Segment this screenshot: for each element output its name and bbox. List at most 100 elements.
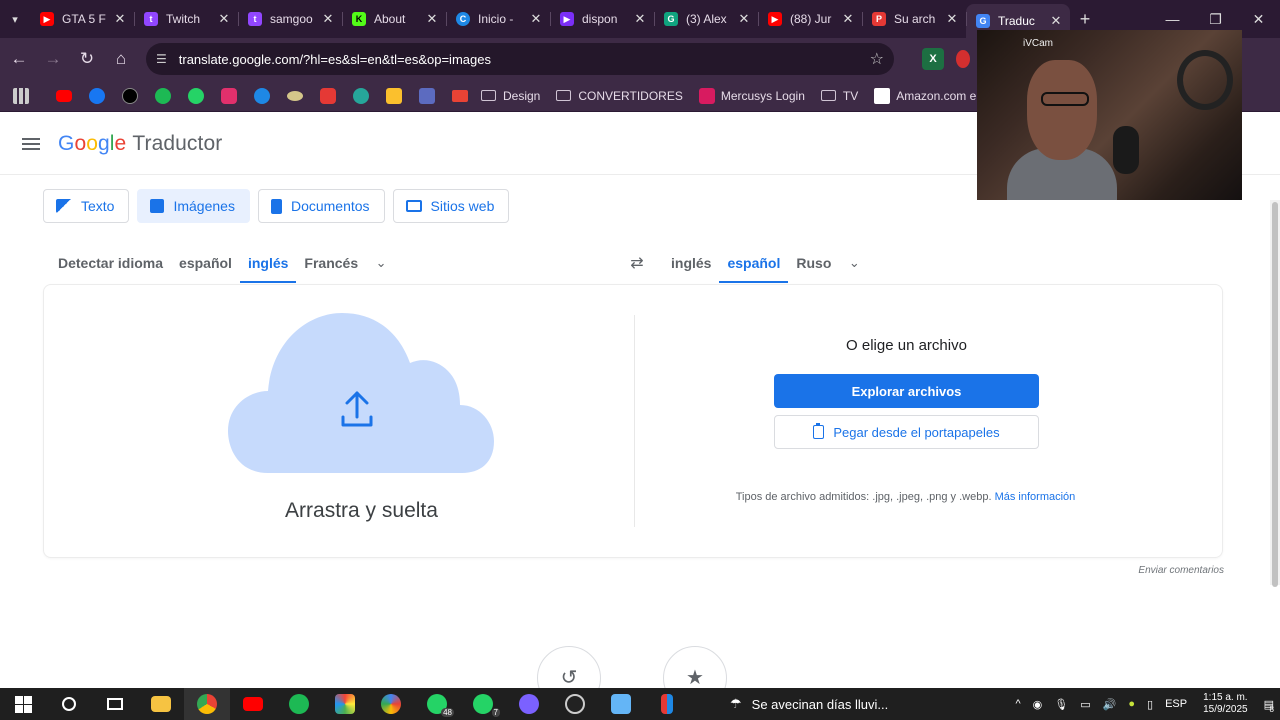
extension-icon[interactable] bbox=[956, 50, 970, 68]
bookmark-icon[interactable] bbox=[419, 87, 435, 104]
weather-widget[interactable]: ☂ Se avecinan días lluvi... bbox=[730, 696, 888, 712]
mode-images-button[interactable]: Imágenes bbox=[137, 189, 250, 223]
system-tray: ^ ◉ 🎙 ▭ 🔊 ● ▯ ESP 1:15 a. m. 15/9/2025 ▤ 8 bbox=[1010, 688, 1280, 720]
apps-grid-icon[interactable] bbox=[13, 87, 29, 104]
messenger-app-icon[interactable] bbox=[506, 688, 552, 720]
browser-tab[interactable]: ▶ dispon ✕ bbox=[550, 4, 654, 34]
whatsapp-app-icon[interactable]: 7 bbox=[460, 688, 506, 720]
mode-documents-button[interactable]: Documentos bbox=[257, 189, 385, 223]
swap-languages-icon[interactable]: ⇄ bbox=[618, 248, 656, 278]
close-tab-icon[interactable]: ✕ bbox=[736, 11, 752, 27]
network-icon[interactable]: ▭ bbox=[1080, 698, 1090, 711]
menu-icon[interactable] bbox=[22, 137, 40, 150]
chevron-down-icon[interactable]: ⌄ bbox=[839, 255, 869, 271]
address-bar[interactable]: ☰ translate.google.com/?hl=es&sl=en&tl=e… bbox=[146, 43, 894, 75]
bookmark-tv[interactable]: TV bbox=[820, 89, 858, 103]
browser-tab[interactable]: ▶ GTA 5 F ✕ bbox=[30, 4, 134, 34]
app-icon[interactable] bbox=[644, 688, 690, 720]
canva-bookmark-icon[interactable] bbox=[254, 87, 270, 104]
target-lang-spanish[interactable]: español bbox=[719, 243, 789, 283]
input-language[interactable]: ESP bbox=[1165, 698, 1187, 710]
excel-extension-icon[interactable]: X bbox=[922, 48, 944, 70]
new-tab-icon[interactable]: + bbox=[1070, 9, 1100, 30]
bookmark-mercusys[interactable]: Mercusys Login bbox=[698, 87, 805, 104]
file-explorer-icon[interactable] bbox=[138, 688, 184, 720]
bookmark-star-icon[interactable]: ☆ bbox=[870, 49, 884, 69]
close-tab-icon[interactable]: ✕ bbox=[528, 11, 544, 27]
bookmark-icon[interactable] bbox=[353, 87, 369, 104]
site-info-icon[interactable]: ☰ bbox=[156, 52, 167, 66]
youtube-app-icon[interactable] bbox=[230, 688, 276, 720]
bookmark-design[interactable]: Design bbox=[481, 89, 540, 103]
whatsapp-app-icon[interactable]: 48 bbox=[414, 688, 460, 720]
scrollbar-thumb[interactable] bbox=[1272, 202, 1278, 587]
source-lang-english[interactable]: inglés bbox=[239, 243, 297, 283]
close-tab-icon[interactable]: ✕ bbox=[944, 11, 960, 27]
spotify-app-icon[interactable] bbox=[276, 688, 322, 720]
browser-tab[interactable]: P Su arch ✕ bbox=[862, 4, 966, 34]
browser-tab[interactable]: t samgoo ✕ bbox=[238, 4, 342, 34]
close-tab-icon[interactable]: ✕ bbox=[112, 11, 128, 27]
discord-icon[interactable]: ◉ bbox=[1033, 698, 1043, 711]
browse-files-button[interactable]: Explorar archivos bbox=[774, 374, 1039, 408]
source-lang-detect[interactable]: Detectar idioma bbox=[50, 243, 171, 283]
reload-icon[interactable]: ↻ bbox=[70, 42, 104, 76]
paste-from-clipboard-button[interactable]: Pegar desde el portapapeles bbox=[774, 415, 1039, 449]
address-url[interactable]: translate.google.com/?hl=es&sl=en&tl=es&… bbox=[179, 52, 870, 67]
notifications-icon[interactable]: ▤ 8 bbox=[1264, 698, 1274, 714]
source-lang-spanish[interactable]: español bbox=[171, 243, 240, 283]
instagram-bookmark-icon[interactable] bbox=[221, 87, 237, 104]
clock[interactable]: 1:15 a. m. 15/9/2025 bbox=[1203, 692, 1248, 716]
app-icon[interactable] bbox=[368, 688, 414, 720]
close-tab-icon[interactable]: ✕ bbox=[1048, 13, 1064, 29]
mode-text-button[interactable]: Texto bbox=[43, 189, 130, 223]
photos-app-icon[interactable] bbox=[322, 688, 368, 720]
send-feedback-link[interactable]: Enviar comentarios bbox=[1138, 565, 1224, 576]
whatsapp-bookmark-icon[interactable] bbox=[188, 87, 204, 104]
facebook-bookmark-icon[interactable] bbox=[89, 87, 105, 104]
youtube-bookmark-icon[interactable] bbox=[56, 89, 72, 102]
battery-icon[interactable]: ▯ bbox=[1147, 698, 1153, 711]
browser-tab[interactable]: C Inicio - ✕ bbox=[446, 4, 550, 34]
target-lang-english[interactable]: inglés bbox=[663, 243, 719, 283]
bookmark-icon[interactable] bbox=[320, 87, 336, 104]
back-icon[interactable]: ← bbox=[2, 42, 36, 76]
bookmark-convertidores[interactable]: CONVERTIDORES bbox=[556, 89, 683, 103]
forward-icon[interactable]: → bbox=[36, 42, 70, 76]
chevron-up-icon[interactable]: ^ bbox=[1016, 698, 1021, 710]
volume-icon[interactable]: 🔊 bbox=[1103, 698, 1117, 711]
app-tray-icon[interactable]: ● bbox=[1128, 698, 1135, 710]
browser-tab[interactable]: K About ✕ bbox=[342, 4, 446, 34]
chevron-down-icon[interactable]: ⌄ bbox=[366, 255, 396, 271]
x-bookmark-icon[interactable] bbox=[122, 87, 138, 104]
mode-websites-button[interactable]: Sitios web bbox=[392, 189, 510, 223]
bookmark-icon[interactable] bbox=[287, 90, 303, 101]
bookmark-icon[interactable] bbox=[386, 87, 402, 104]
browser-tab[interactable]: t Twitch ✕ bbox=[134, 4, 238, 34]
target-lang-russian[interactable]: Ruso bbox=[788, 243, 839, 283]
home-icon[interactable]: ⌂ bbox=[104, 42, 138, 76]
app-icon[interactable] bbox=[598, 688, 644, 720]
google-translate-logo[interactable]: Google Traductor bbox=[58, 132, 222, 156]
spotify-bookmark-icon[interactable] bbox=[155, 87, 171, 104]
gmail-bookmark-icon[interactable] bbox=[452, 89, 468, 102]
task-view-icon[interactable] bbox=[92, 688, 138, 720]
close-tab-icon[interactable]: ✕ bbox=[840, 11, 856, 27]
app-icon[interactable] bbox=[552, 688, 598, 720]
close-tab-icon[interactable]: ✕ bbox=[632, 11, 648, 27]
source-lang-french[interactable]: Francés bbox=[296, 243, 366, 283]
chrome-icon[interactable] bbox=[184, 688, 230, 720]
start-button[interactable] bbox=[0, 688, 46, 720]
microphone-icon[interactable]: 🎙 bbox=[1054, 698, 1068, 711]
browser-tab[interactable]: G (3) Alex ✕ bbox=[654, 4, 758, 34]
upload-cloud-icon[interactable] bbox=[228, 313, 494, 475]
close-tab-icon[interactable]: ✕ bbox=[424, 11, 440, 27]
tab-search-icon[interactable]: ▾ bbox=[0, 6, 30, 32]
close-tab-icon[interactable]: ✕ bbox=[216, 11, 232, 27]
search-icon[interactable] bbox=[46, 688, 92, 720]
close-window-icon[interactable]: ✕ bbox=[1237, 0, 1280, 38]
close-tab-icon[interactable]: ✕ bbox=[320, 11, 336, 27]
page-scrollbar[interactable] bbox=[1270, 200, 1280, 587]
more-info-link[interactable]: Más información bbox=[995, 491, 1076, 503]
browser-tab[interactable]: ▶ (88) Jur ✕ bbox=[758, 4, 862, 34]
